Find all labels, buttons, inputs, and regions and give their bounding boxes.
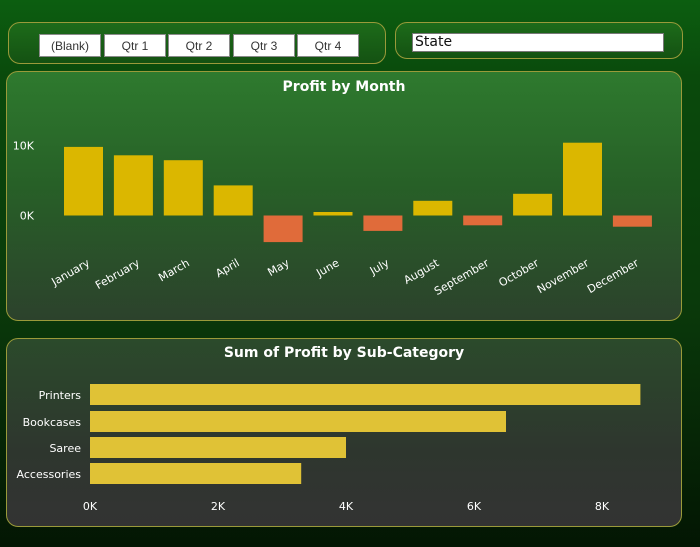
qtr-option-4[interactable]: Qtr 4 [297,34,359,57]
bar-august [413,200,453,216]
state-slicer-panel: State [395,22,683,59]
y-tick-label: 10K [13,140,35,153]
bar-april [213,185,253,216]
quarter-slicer-panel: (Blank) Qtr 1 Qtr 2 Qtr 3 Qtr 4 [8,22,386,64]
category-label-saree: Saree [49,442,81,455]
qtr-option-2[interactable]: Qtr 2 [168,34,230,57]
profit-by-month-panel: Profit by Month 10K 0K January February Marc… [6,71,682,321]
bar-january [64,146,103,216]
bar-bookcases [90,411,506,432]
x-tick-label: 6K [467,500,482,513]
x-tick-label-december: December [585,256,641,296]
qtr-option-3[interactable]: Qtr 3 [233,34,295,57]
qtr-option-1[interactable]: Qtr 1 [104,34,166,57]
x-tick-label-september: September [432,256,492,298]
category-label-accessories: Accessories [17,468,82,481]
x-tick-label-august: August [401,256,441,287]
qtr-option-blank[interactable]: (Blank) [39,34,101,57]
bar-july [363,215,403,231]
bar-february [113,155,153,216]
x-tick-label: 4K [339,500,354,513]
bar-november [563,142,602,216]
x-tick-label-june: June [313,256,341,280]
profit-by-subcategory-chart: Printers Bookcases Saree Accessories 0K 2K 4K 6… [17,384,641,513]
x-tick-label: 2K [211,500,226,513]
bar-october [513,193,553,216]
category-label-bookcases: Bookcases [23,416,82,429]
bar-may [263,215,303,243]
bar-march [163,160,203,216]
profit-by-subcategory-panel: Sum of Profit by Sub-Category Printers Bo… [6,338,682,527]
category-label-printers: Printers [39,389,82,402]
x-tick-label-november: November [535,256,591,296]
x-tick-label: 8K [595,500,610,513]
profit-by-month-chart: 10K 0K January February March April May June Jul… [13,140,652,298]
x-tick-label-july: July [367,256,392,278]
x-tick-label-april: April [213,256,241,280]
x-tick-label-january: January [49,256,93,289]
y-tick-label: 0K [20,210,35,223]
x-tick-label-may: May [265,256,292,279]
bar-printers [90,384,641,405]
state-dropdown[interactable]: State [412,33,664,52]
bar-december [612,215,652,227]
bar-june [313,212,353,216]
x-tick-label: 0K [83,500,98,513]
bar-saree [90,437,346,458]
x-tick-label-february: February [93,256,142,292]
bar-accessories [90,463,302,484]
bar-september [463,215,503,226]
x-tick-label-march: March [156,256,192,284]
